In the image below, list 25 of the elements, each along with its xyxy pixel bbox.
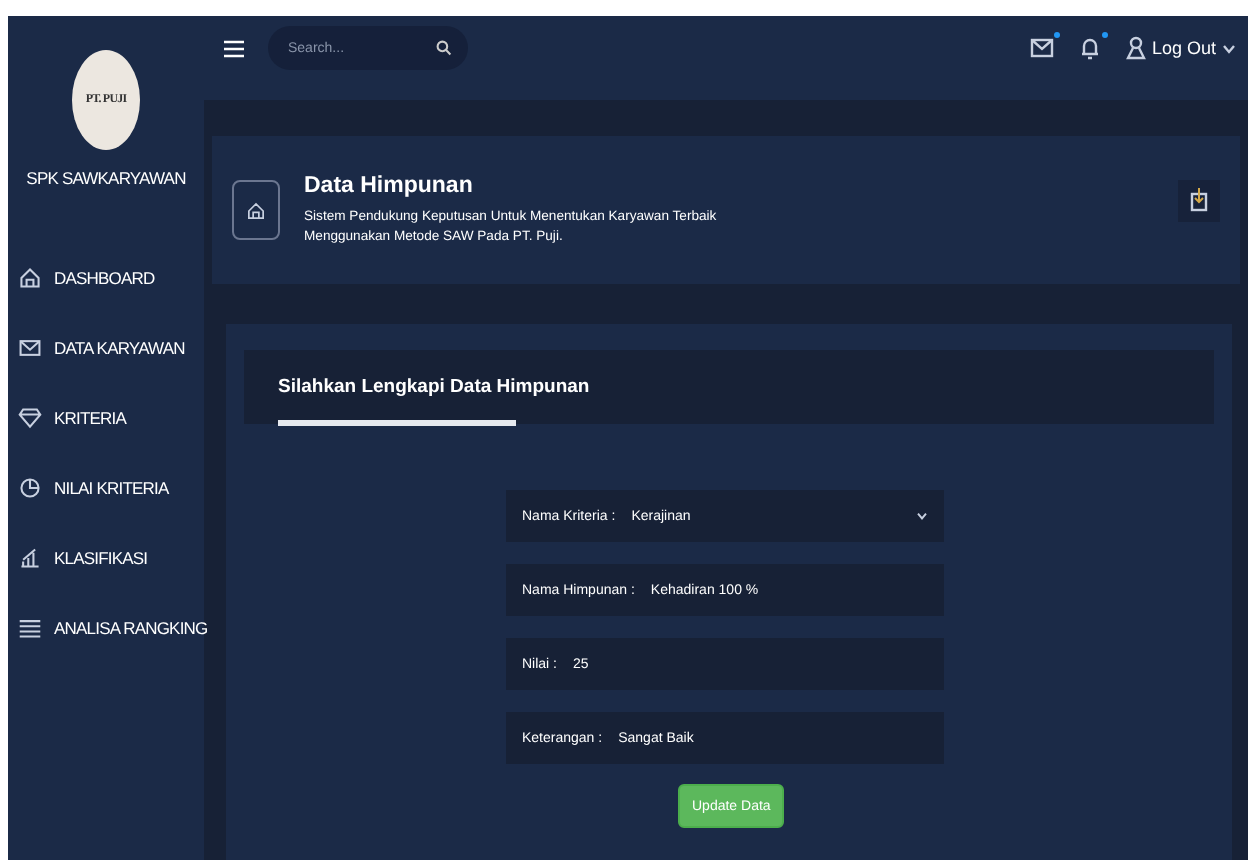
chevron-icon bbox=[916, 512, 928, 520]
user-icon bbox=[1125, 36, 1146, 60]
download-icon[interactable] bbox=[1178, 179, 1220, 221]
form-title: Silahkan Lengkapi Data Himpunan bbox=[278, 376, 590, 398]
search-icon bbox=[436, 40, 452, 56]
nav-icon bbox=[18, 406, 42, 430]
home-icon bbox=[232, 180, 280, 240]
sidebar-item[interactable]: KLASIFIKASI bbox=[18, 542, 148, 574]
nav-icon bbox=[18, 616, 42, 640]
sidebar-item[interactable]: DASHBOARD bbox=[18, 262, 155, 294]
sidebar-item[interactable]: NILAI KRITERIA bbox=[18, 472, 169, 504]
bell-icon[interactable] bbox=[1077, 36, 1102, 60]
caret-icon bbox=[1222, 43, 1236, 53]
mail-icon[interactable] bbox=[1029, 36, 1054, 60]
logout-menu[interactable]: Log Out bbox=[1125, 36, 1236, 60]
nav-icon bbox=[18, 546, 42, 570]
sidebar-item[interactable]: KRITERIA bbox=[18, 402, 127, 434]
sidebar-item[interactable]: ANALISA RANGKING bbox=[18, 612, 208, 644]
nav-icon bbox=[18, 266, 42, 290]
sidebar-item[interactable]: DATA KARYAWAN bbox=[18, 332, 185, 364]
nav-icon bbox=[18, 476, 42, 500]
menu-icon[interactable] bbox=[224, 39, 244, 57]
nav-icon bbox=[18, 336, 42, 360]
app-name: SPK SAWKARYAWAN bbox=[24, 168, 188, 188]
page-title: Data Himpunan bbox=[304, 173, 475, 197]
